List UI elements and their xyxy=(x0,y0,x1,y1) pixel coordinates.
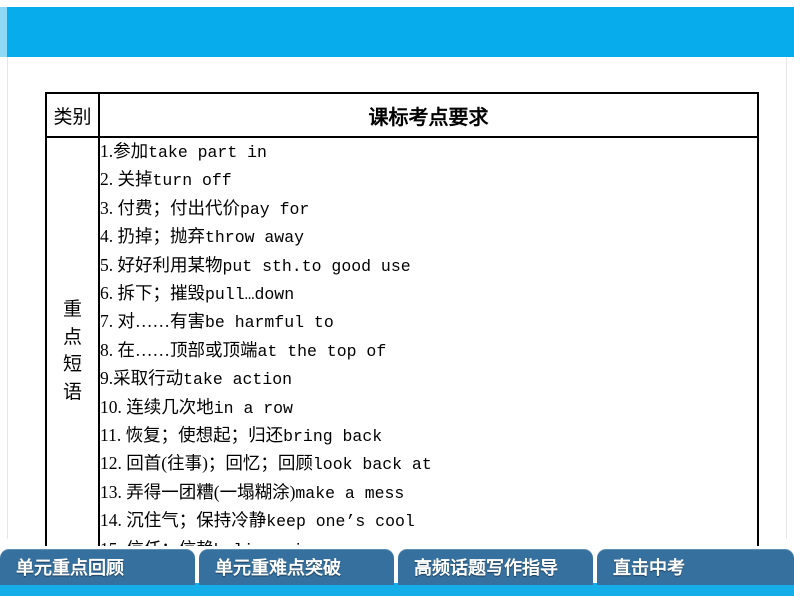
list-item: 11. 恢复；使想起；归还bring back xyxy=(100,422,757,450)
item-index: 13. xyxy=(100,481,122,502)
tab-label: 高频话题写作指导 xyxy=(414,558,558,578)
item-en: take action xyxy=(183,370,293,390)
category-char: 短 xyxy=(62,354,82,376)
table-row: 重 点 短 语 1.参加take part in 2. 关掉turn off 3… xyxy=(45,135,759,567)
item-en: throw away xyxy=(205,228,305,248)
phrase-list: 1.参加take part in 2. 关掉turn off 3. 付费；付出代… xyxy=(100,138,757,564)
banner-left-edge xyxy=(0,7,7,57)
table-header-row: 类别 课标考点要求 xyxy=(45,92,759,138)
tab-unit-key-review[interactable]: 单元重点回顾 xyxy=(0,549,195,585)
header-category: 类别 xyxy=(45,92,100,138)
list-item: 10. 连续几次地in a row xyxy=(100,394,757,422)
item-en: be harmful to xyxy=(205,313,334,333)
list-item: 2. 关掉turn off xyxy=(100,166,757,194)
list-item: 6. 拆下；摧毁pull…down xyxy=(100,280,757,308)
item-index: 3. xyxy=(100,197,114,218)
tab-exam-focus[interactable]: 直击中考 xyxy=(597,549,794,585)
item-zh: 沉住气；保持冷静 xyxy=(126,510,267,531)
category-vertical-label: 重 点 短 语 xyxy=(63,296,82,406)
tab-label: 单元重点回顾 xyxy=(16,558,124,578)
item-en: take part in xyxy=(148,143,267,162)
item-index: 4. xyxy=(100,226,114,247)
top-banner xyxy=(7,7,794,57)
item-index: 14. xyxy=(100,510,122,531)
list-item: 7. 对……有害be harmful to xyxy=(100,308,757,336)
list-item: 12. 回首(往事)；回忆；回顾look back at xyxy=(100,450,757,478)
item-index: 6. xyxy=(100,283,114,304)
item-en: bring back xyxy=(283,427,383,447)
list-item: 1.参加take part in xyxy=(100,138,757,166)
item-zh: 恢复；使想起；归还 xyxy=(125,425,284,446)
category-char: 点 xyxy=(62,326,82,348)
bottom-tab-bar: 单元重点回顾 单元重难点突破 高频话题写作指导 直击中考 xyxy=(0,549,794,585)
item-en: in a row xyxy=(213,398,293,418)
item-zh: 参加 xyxy=(113,141,149,161)
tab-unit-difficult-points[interactable]: 单元重难点突破 xyxy=(199,549,394,585)
item-en: turn off xyxy=(152,171,232,191)
item-zh: 采取行动 xyxy=(113,368,184,389)
list-item: 14. 沉住气；保持冷静keep one’s cool xyxy=(100,507,757,535)
knowledge-table-wrapper: 类别 课标考点要求 重 点 短 语 1.参加take part in 2. 关掉… xyxy=(45,92,759,567)
item-zh: 连续几次地 xyxy=(126,396,214,417)
category-cell: 重 点 短 语 xyxy=(45,135,100,567)
tab-writing-guide[interactable]: 高频话题写作指导 xyxy=(398,549,593,585)
item-index: 11. xyxy=(100,425,122,446)
item-zh: 在……顶部或顶端 xyxy=(117,339,258,360)
tab-label: 直击中考 xyxy=(613,558,685,578)
list-item: 9.采取行动take action xyxy=(100,365,757,393)
item-zh: 关掉 xyxy=(117,169,153,190)
list-item: 5. 好好利用某物put sth.to good use xyxy=(100,252,757,280)
item-zh: 回首(往事)；回忆；回顾 xyxy=(126,453,313,474)
item-index: 5. xyxy=(100,254,114,275)
list-item: 8. 在……顶部或顶端at the top of xyxy=(100,337,757,365)
item-index: 9. xyxy=(100,368,114,389)
list-item: 4. 扔掉；抛弃throw away xyxy=(100,223,757,251)
list-item: 13. 弄得一团糟(一塌糊涂)make a mess xyxy=(100,479,757,507)
category-char: 语 xyxy=(62,381,82,403)
knowledge-table: 类别 课标考点要求 重 点 短 语 1.参加take part in 2. 关掉… xyxy=(45,92,759,567)
item-zh: 弄得一团糟(一塌糊涂) xyxy=(126,481,296,502)
item-index: 7. xyxy=(100,311,114,332)
list-item: 3. 付费；付出代价pay for xyxy=(100,195,757,223)
item-zh: 拆下；摧毁 xyxy=(117,283,206,304)
item-index: 10. xyxy=(100,396,122,417)
item-en: pull…down xyxy=(205,285,295,305)
item-en: at the top of xyxy=(257,341,387,361)
item-en: look back at xyxy=(312,455,432,475)
item-zh: 好好利用某物 xyxy=(117,254,223,275)
category-char: 重 xyxy=(62,298,82,320)
slide-root: 类别 课标考点要求 重 点 短 语 1.参加take part in 2. 关掉… xyxy=(0,0,794,596)
item-zh: 付费；付出代价 xyxy=(117,197,241,218)
phrase-list-cell: 1.参加take part in 2. 关掉turn off 3. 付费；付出代… xyxy=(98,135,759,567)
item-en: pay for xyxy=(240,199,310,219)
item-en: keep one’s cool xyxy=(266,512,415,532)
item-en: make a mess xyxy=(295,483,405,503)
item-zh: 对……有害 xyxy=(117,311,206,332)
tab-label: 单元重难点突破 xyxy=(215,558,341,578)
item-index: 1. xyxy=(100,141,114,161)
item-index: 12. xyxy=(100,453,122,474)
item-zh: 扔掉；抛弃 xyxy=(117,226,206,247)
header-requirement: 课标考点要求 xyxy=(98,92,759,138)
item-index: 8. xyxy=(100,339,114,360)
item-en: put sth.to good use xyxy=(222,256,411,276)
item-index: 2. xyxy=(100,169,114,190)
